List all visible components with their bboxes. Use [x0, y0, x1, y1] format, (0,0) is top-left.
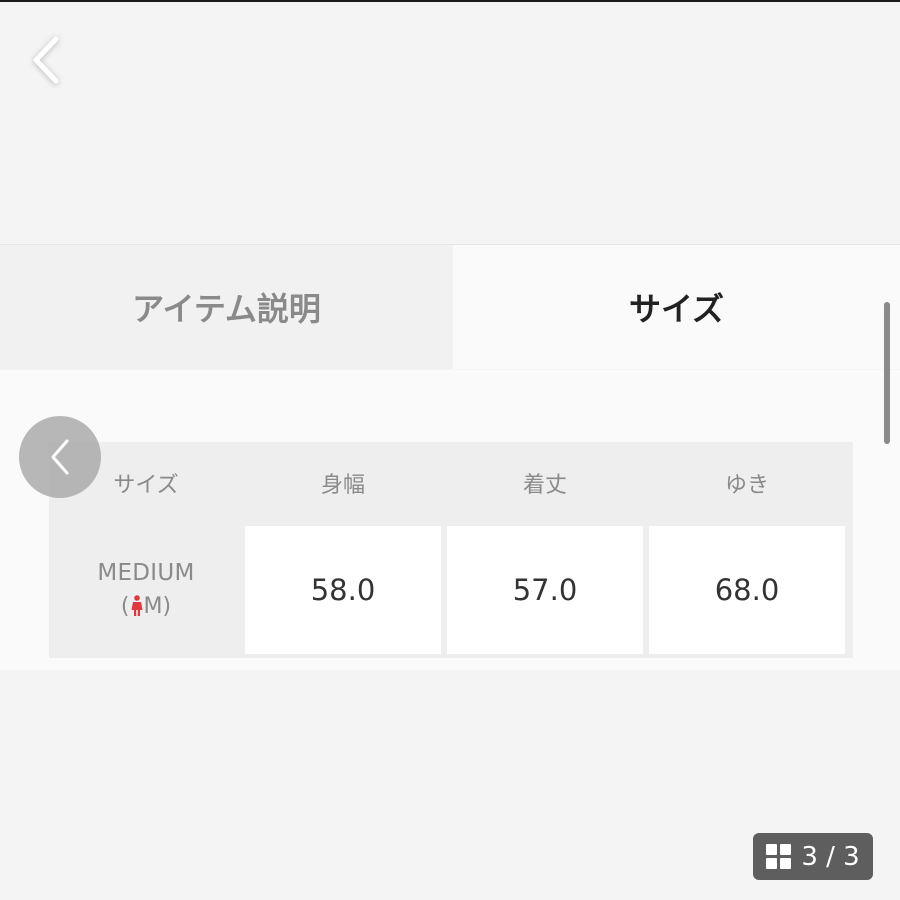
- woman-figure-icon: [131, 595, 142, 616]
- scrollbar-thumb[interactable]: [884, 302, 890, 444]
- row-label-medium: MEDIUM ( M ): [49, 524, 243, 654]
- cell-width-value: 58.0: [245, 526, 441, 654]
- cell-sleeve-value: 68.0: [649, 526, 845, 654]
- size-code-open: (: [120, 593, 130, 619]
- top-edge: [0, 0, 900, 2]
- cell-length-value: 57.0: [447, 526, 643, 654]
- image-pager[interactable]: 3 / 3: [753, 833, 873, 880]
- chevron-left-icon: [33, 36, 59, 84]
- chevron-left-icon: [51, 439, 69, 475]
- tab-size[interactable]: サイズ: [453, 245, 900, 369]
- size-table: サイズ 身幅 着丈 ゆき MEDIUM ( M ) 58.0 57.0 68.0: [49, 442, 853, 658]
- size-code-close: ): [162, 593, 172, 619]
- header-length: 着丈: [522, 473, 567, 498]
- size-name: MEDIUM: [97, 559, 195, 586]
- size-code-letter: M: [143, 593, 163, 619]
- tab-bar: アイテム説明 サイズ: [0, 244, 900, 371]
- pager-label: 3 / 3: [801, 841, 860, 872]
- header-sleeve: ゆき: [724, 473, 769, 498]
- tab-item-description[interactable]: アイテム説明: [0, 245, 453, 369]
- header-width: 身幅: [320, 473, 365, 498]
- gallery-prev-button[interactable]: [19, 416, 101, 498]
- back-button[interactable]: [18, 30, 74, 90]
- grid-icon: [766, 844, 792, 869]
- size-code: ( M ): [121, 594, 171, 619]
